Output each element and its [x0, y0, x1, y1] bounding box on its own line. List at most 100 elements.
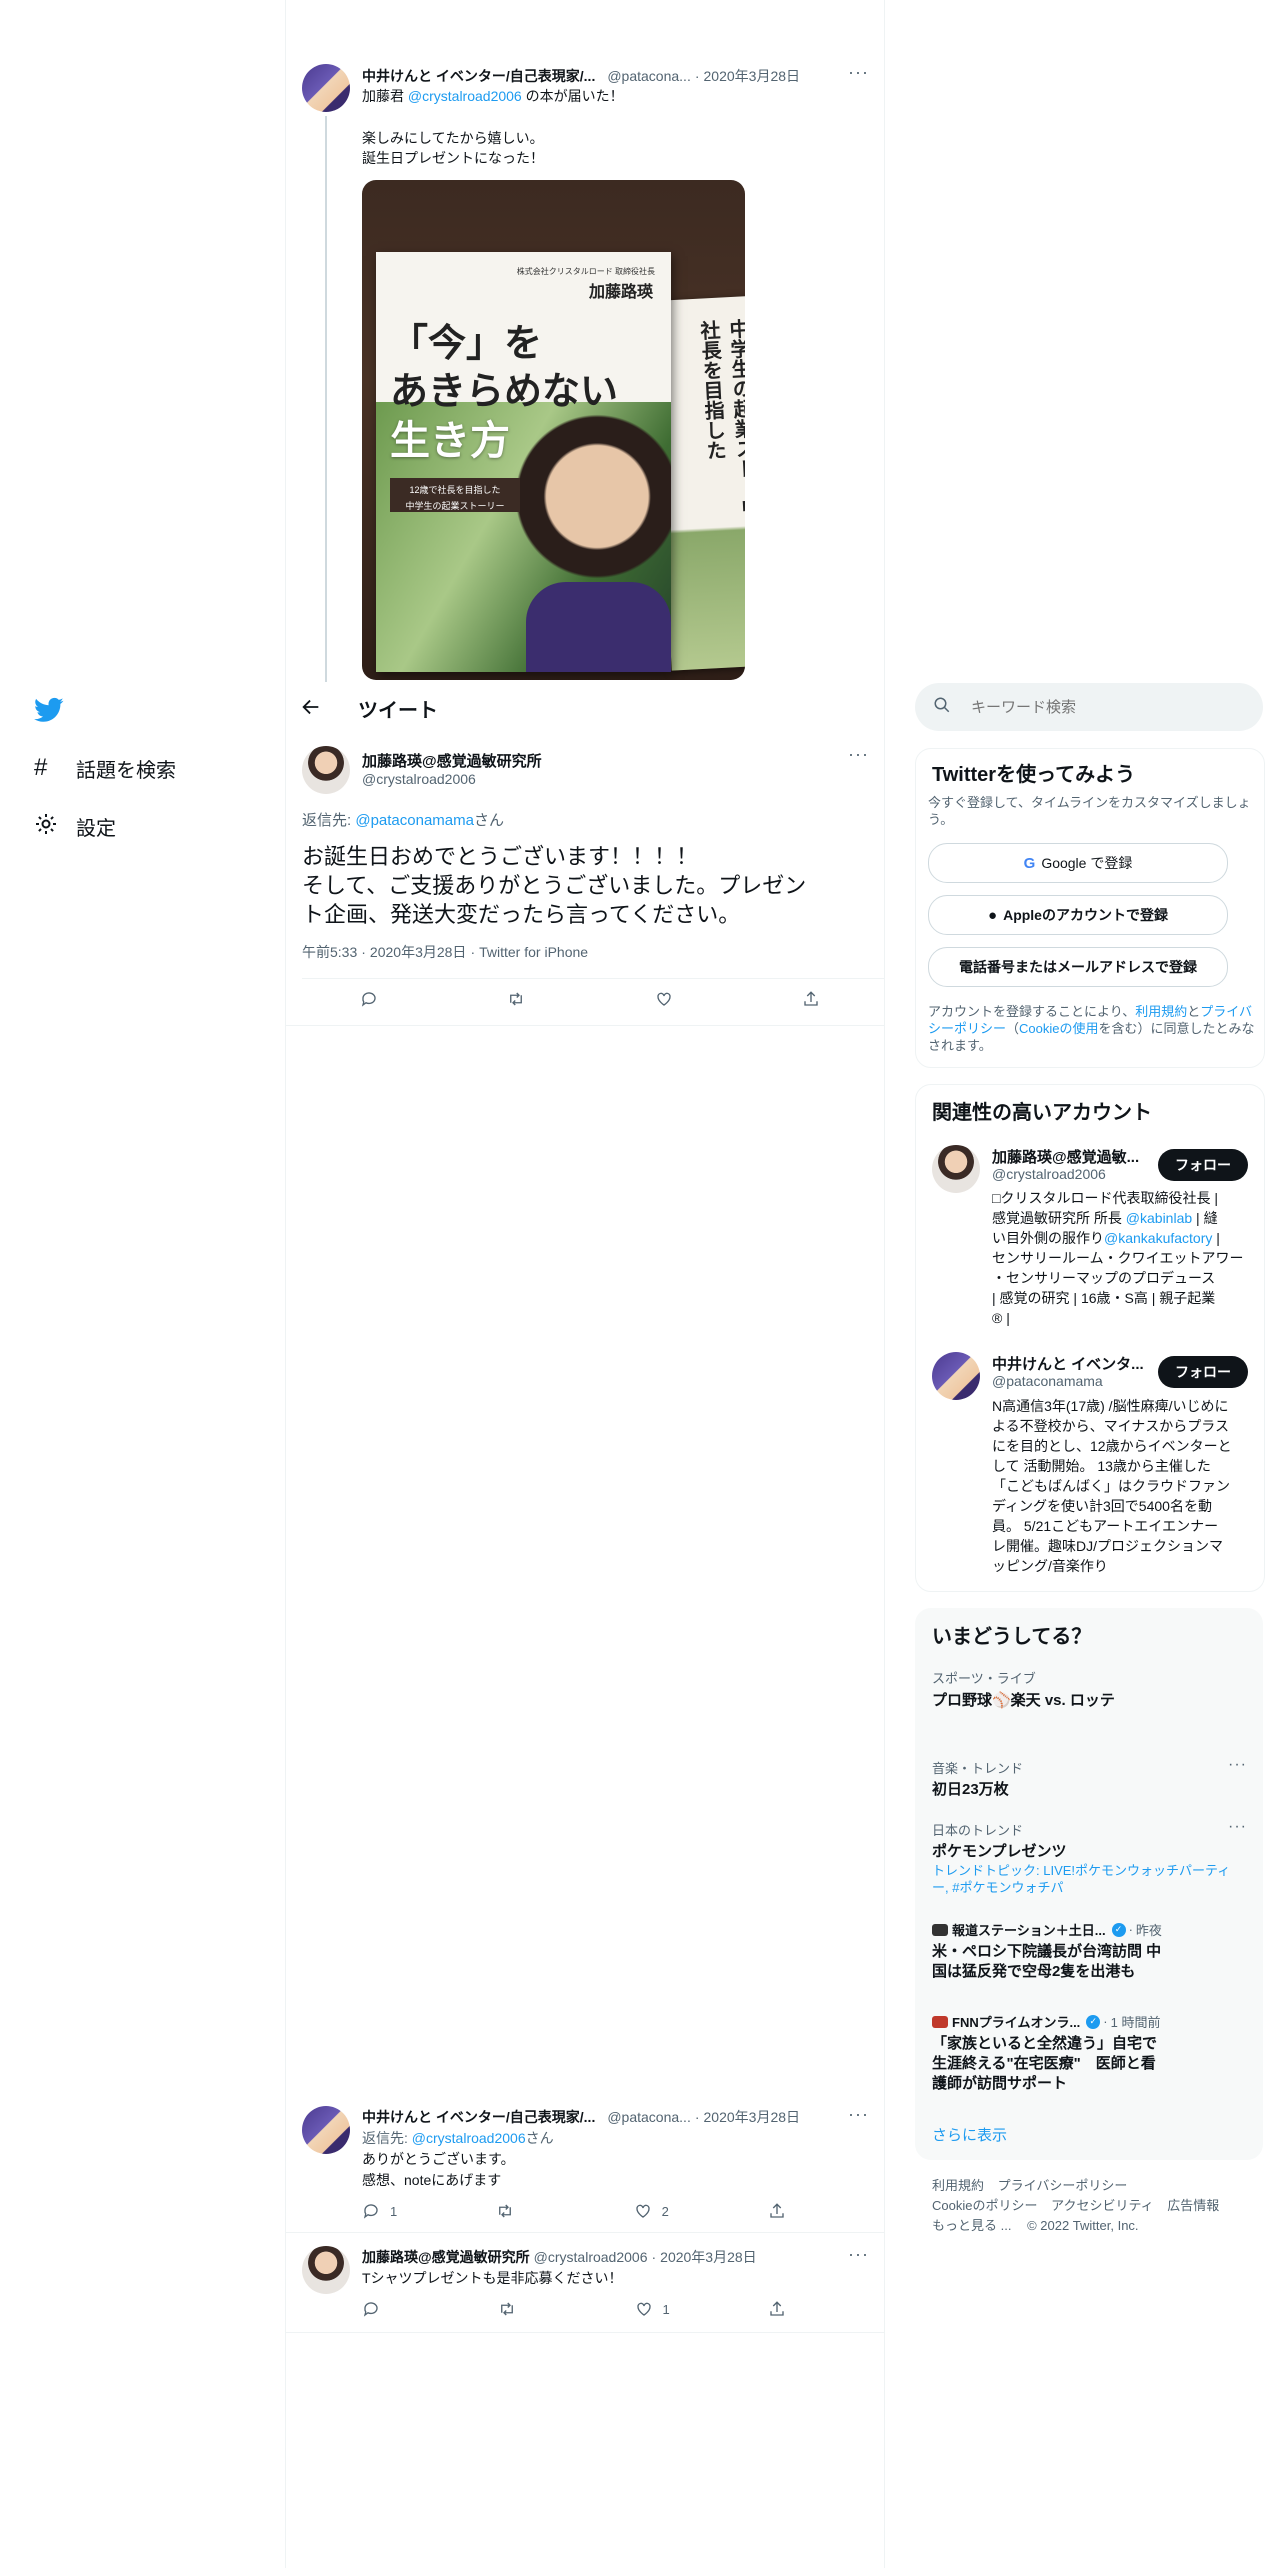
avatar[interactable]: [302, 2106, 350, 2154]
avatar[interactable]: [302, 2246, 350, 2294]
tweet-date[interactable]: 2020年3月28日: [370, 942, 467, 962]
legal-text: （: [1006, 1021, 1020, 1036]
retweet-icon[interactable]: [507, 990, 525, 1008]
divider: [302, 978, 884, 979]
trend-topic-line[interactable]: トレンドトピック: LIVE!ポケモンウォッチパーティ: [932, 1862, 1252, 1879]
phone-signup-label: 電話番号またはメールアドレスで登録: [959, 959, 1197, 975]
like-button[interactable]: 1: [635, 2300, 670, 2318]
reply-suffix: さん: [525, 2130, 554, 2146]
google-signup-button[interactable]: G Google で登録: [928, 843, 1228, 883]
footer-privacy-link[interactable]: プライバシーポリシー: [998, 2178, 1128, 2193]
author-handle[interactable]: @patacona...: [607, 68, 691, 84]
follow-button[interactable]: フォロー: [1158, 1356, 1248, 1388]
mention-link[interactable]: @kabinlab: [1126, 1210, 1192, 1226]
reply-icon[interactable]: [362, 2300, 400, 2318]
follow-button[interactable]: フォロー: [1158, 1149, 1248, 1181]
news-title-line: 生涯終える"在宅医療" 医師と看: [932, 2055, 1156, 2072]
separator: ·: [694, 68, 700, 84]
news-source-name: FNNプライムオンラ...: [952, 2015, 1081, 2030]
footer-cookie-link[interactable]: Cookieのポリシー: [932, 2198, 1037, 2213]
mention-link[interactable]: @kankakufactory: [1104, 1230, 1212, 1246]
avatar[interactable]: [302, 64, 350, 112]
show-more-link[interactable]: さらに表示: [932, 2124, 1007, 2145]
account-handle[interactable]: @pataconamama: [992, 1373, 1103, 1389]
share-icon[interactable]: [768, 2202, 786, 2220]
tweet-actions: 1 2: [362, 2202, 786, 2220]
author-name[interactable]: 加藤路瑛@感覚過敏研究所: [362, 2247, 530, 2267]
like-icon[interactable]: [655, 990, 673, 1008]
avatar[interactable]: [302, 746, 350, 794]
book-title-2: あきらめない: [390, 371, 619, 413]
avatar[interactable]: [932, 1145, 980, 1193]
account-name[interactable]: 中井けんと イベンタ...: [992, 1353, 1144, 1374]
like-button[interactable]: 2: [634, 2202, 669, 2220]
author-name[interactable]: 中井けんと イベンター/自己表現家/...: [362, 2107, 595, 2127]
search-input[interactable]: [969, 697, 1243, 717]
retweet-icon[interactable]: [496, 2202, 534, 2220]
mention-link[interactable]: @crystalroad2006: [408, 88, 522, 104]
trend-title[interactable]: プロ野球⚾楽天 vs. ロッテ: [932, 1689, 1115, 1710]
account-name[interactable]: 加藤路瑛@感覚過敏...: [992, 1146, 1139, 1167]
author-name[interactable]: 加藤路瑛@感覚過敏研究所: [362, 750, 542, 771]
trend-topics: トレンドトピック: LIVE!ポケモンウォッチパーティ ー, #ポケモンウォチパ: [932, 1862, 1252, 1896]
hashtag-icon: #: [34, 754, 48, 781]
tweet-date[interactable]: 2020年3月28日: [704, 66, 801, 86]
mention-link[interactable]: @pataconamama: [355, 812, 474, 829]
more-icon[interactable]: ···: [848, 2244, 869, 2265]
footer-ads-link[interactable]: 広告情報: [1167, 2198, 1219, 2213]
trend-title[interactable]: 初日23万枚: [932, 1778, 1009, 1799]
cookie-link[interactable]: Cookieの使用: [1019, 1021, 1098, 1036]
trend-title[interactable]: ポケモンプレゼンツ: [932, 1840, 1067, 1861]
separator: ·: [694, 2109, 700, 2125]
reply-icon[interactable]: [360, 990, 378, 1008]
tweet-header: 加藤路瑛@感覚過敏研究所 @crystalroad2006 · 2020年3月2…: [362, 2247, 872, 2267]
news-title[interactable]: 「家族といると全然違う」自宅で 生涯終える"在宅医療" 医師と看 護師が訪問サポ…: [932, 2034, 1157, 2094]
share-icon[interactable]: [802, 990, 820, 1008]
news-source-icon: [932, 2015, 948, 2028]
apple-signup-button[interactable]: ● Appleのアカウントで登録: [928, 895, 1228, 935]
divider: [285, 2232, 884, 2233]
nav-settings[interactable]: 設定: [34, 812, 116, 840]
reply-button[interactable]: 1: [362, 2202, 397, 2220]
account-handle[interactable]: @crystalroad2006: [992, 1166, 1106, 1182]
footer-tos-link[interactable]: 利用規約: [932, 2178, 984, 2193]
tweet-source[interactable]: Twitter for iPhone: [479, 944, 588, 960]
news-title[interactable]: 米・ペロシ下院議長が台湾訪問 中 国は猛反発で空母2隻を出港も: [932, 1942, 1161, 1982]
more-icon[interactable]: ···: [848, 62, 869, 83]
avatar[interactable]: [932, 1352, 980, 1400]
tos-link[interactable]: 利用規約: [1135, 1004, 1187, 1019]
retweet-icon[interactable]: [498, 2300, 536, 2318]
back-arrow-icon[interactable]: [300, 696, 324, 720]
follow-label: フォロー: [1175, 1364, 1231, 1380]
more-icon[interactable]: ···: [848, 744, 869, 765]
tweet-text-line: そして、ご支援ありがとうございました。プレゼン: [302, 873, 807, 898]
share-icon[interactable]: [768, 2300, 786, 2318]
footer-accessibility-link[interactable]: アクセシビリティ: [1051, 2198, 1154, 2213]
mention-link[interactable]: @crystalroad2006: [412, 2130, 526, 2146]
bio-text: | 縫: [1192, 1210, 1218, 1226]
trend-topic-line[interactable]: ー, #ポケモンウォチパ: [932, 1879, 1252, 1896]
phone-signup-button[interactable]: 電話番号またはメールアドレスで登録: [928, 947, 1228, 987]
tweet-date[interactable]: 2020年3月28日: [704, 2107, 801, 2127]
more-icon[interactable]: ···: [848, 2104, 869, 2125]
bio-line: ディングを使い計3回で5400名を動: [992, 1498, 1212, 1514]
tweet-text-line: ありがとうございます。: [362, 2151, 515, 2167]
search-box[interactable]: [915, 683, 1263, 731]
author-name[interactable]: 中井けんと イベンター/自己表現家/...: [362, 66, 595, 86]
bio-text: い目外側の服作り: [992, 1230, 1104, 1246]
nav-explore[interactable]: # 話題を検索: [34, 754, 176, 782]
tweet-date[interactable]: 2020年3月28日: [660, 2247, 757, 2267]
footer-more-link[interactable]: もっと見る ...: [932, 2218, 1011, 2233]
author-handle[interactable]: @crystalroad2006: [534, 2249, 648, 2265]
tweet-photo[interactable]: 中学生の起業ストーリー社長を目指した 株式会社クリスタルロード 取締役社長 加藤…: [362, 180, 745, 680]
footer-copyright: © 2022 Twitter, Inc.: [1027, 2218, 1139, 2233]
more-icon[interactable]: ···: [1228, 1818, 1247, 1836]
tweet-meta: 午前5:33 · 2020年3月28日 · Twitter for iPhone: [302, 942, 588, 962]
twitter-logo-icon[interactable]: [34, 695, 64, 725]
author-handle[interactable]: @patacona...: [607, 2109, 691, 2125]
tweet-time[interactable]: 午前5:33: [302, 942, 357, 962]
separator: ·: [470, 944, 476, 960]
more-icon[interactable]: ···: [1228, 1756, 1247, 1774]
legal-text: を含む）に同意したと: [1098, 1021, 1229, 1036]
author-handle[interactable]: @crystalroad2006: [362, 771, 476, 787]
